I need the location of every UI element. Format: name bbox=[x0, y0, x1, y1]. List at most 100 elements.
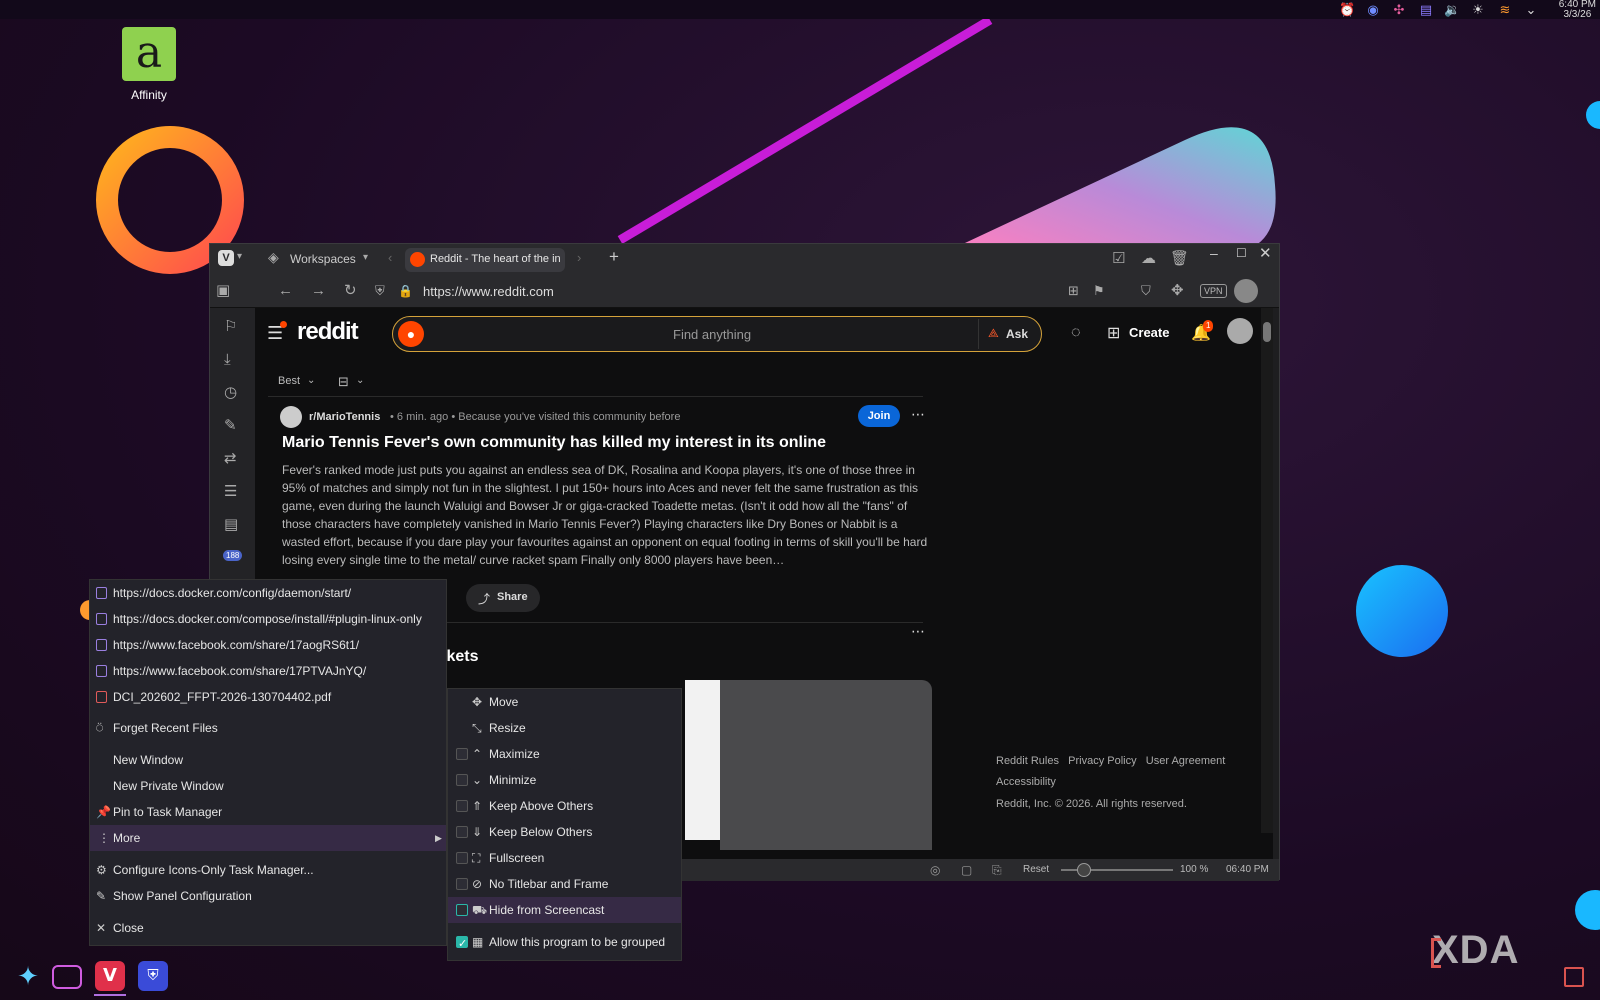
reddit-logo[interactable]: reddit bbox=[297, 318, 359, 346]
vpn-button[interactable]: VPN bbox=[1200, 284, 1227, 298]
post2-thumbnail-left[interactable] bbox=[685, 680, 720, 840]
alarm-icon[interactable]: ⏰ bbox=[1339, 2, 1355, 18]
bookmarks-panel-icon[interactable]: ⚐ bbox=[224, 318, 237, 336]
recent-file-item[interactable]: DCI_202602_FFPT-2026-130704402.pdf bbox=[90, 684, 448, 710]
sync-cloud-icon[interactable]: ☁ bbox=[1141, 249, 1156, 267]
downloads-panel-icon[interactable]: ⤓ bbox=[224, 351, 231, 369]
zoom-reset-button[interactable]: Reset bbox=[1023, 864, 1049, 875]
reading-list-panel-icon[interactable]: ☰ bbox=[224, 483, 237, 501]
extensions-icon[interactable]: ✥ bbox=[1171, 282, 1184, 300]
chevron-down-icon[interactable]: ⌄ bbox=[1523, 2, 1539, 18]
create-button[interactable]: Create bbox=[1129, 325, 1169, 340]
rss-icon[interactable]: ⊞ bbox=[1068, 282, 1079, 300]
close-window-icon[interactable]: ✕ bbox=[1259, 244, 1272, 262]
tile-icon[interactable]: ▢ bbox=[961, 863, 972, 877]
slack-icon[interactable]: ✣ bbox=[1391, 2, 1407, 18]
share-button[interactable]: ⤴ Share bbox=[466, 584, 540, 612]
tab-reddit[interactable]: Reddit - The heart of the in bbox=[405, 248, 565, 272]
subreddit-name[interactable]: r/MarioTennis bbox=[309, 411, 380, 423]
back-icon[interactable]: ← bbox=[278, 282, 293, 300]
pin-to-task-manager-item[interactable]: 📌 Pin to Task Manager bbox=[90, 799, 448, 825]
more-item[interactable]: ⋮ More ▶ bbox=[90, 825, 446, 851]
post-overflow-menu-icon[interactable]: ⋯ bbox=[911, 406, 925, 423]
capture-icon[interactable]: ◎ bbox=[930, 863, 940, 877]
mail-icon[interactable]: ☑ bbox=[1112, 249, 1125, 267]
brightness-icon[interactable]: ☀ bbox=[1470, 2, 1486, 18]
zoom-slider-handle[interactable] bbox=[1077, 863, 1091, 877]
bitwarden-taskbar-icon[interactable]: ⛨ bbox=[138, 961, 168, 991]
chat-icon[interactable]: ◌ bbox=[1071, 324, 1081, 342]
vivaldi-taskbar-icon[interactable]: V bbox=[95, 961, 125, 991]
fullscreen-checkbox[interactable] bbox=[456, 852, 468, 864]
history-panel-icon[interactable]: ◷ bbox=[224, 384, 237, 402]
tab-scroll-right-icon[interactable]: › bbox=[577, 250, 581, 265]
recent-file-item[interactable]: https://docs.docker.com/config/daemon/st… bbox=[90, 580, 448, 606]
show-desktop-icon[interactable] bbox=[1564, 967, 1584, 987]
footer-link-rules[interactable]: Reddit Rules bbox=[996, 755, 1059, 767]
create-plus-icon[interactable]: ⊞ bbox=[1107, 323, 1120, 343]
footer-link-privacy[interactable]: Privacy Policy bbox=[1068, 755, 1136, 767]
forward-icon[interactable]: → bbox=[311, 282, 326, 300]
clipboard-icon[interactable]: ▤ bbox=[1418, 2, 1434, 18]
bitwarden-icon[interactable]: ◉ bbox=[1365, 2, 1381, 18]
keep-above-checkbox[interactable] bbox=[456, 800, 468, 812]
search-bar[interactable]: ● Find anything ⟁ Ask bbox=[392, 316, 1042, 352]
new-window-item[interactable]: New Window bbox=[90, 747, 448, 773]
maximize-item[interactable]: ⌃ Maximize bbox=[448, 741, 681, 767]
hide-screencast-checkbox[interactable] bbox=[456, 904, 468, 916]
reload-icon[interactable]: ↻ bbox=[344, 282, 357, 300]
scrollbar-thumb[interactable] bbox=[1263, 322, 1271, 342]
show-panel-configuration-item[interactable]: ✎ Show Panel Configuration bbox=[90, 883, 448, 909]
post-title[interactable]: Mario Tennis Fever's own community has k… bbox=[282, 434, 826, 452]
hide-from-screencast-item[interactable]: ⛟ Hide from Screencast bbox=[448, 897, 681, 923]
panel-toggle-icon[interactable]: ▣ bbox=[216, 282, 230, 300]
user-avatar[interactable] bbox=[1227, 318, 1253, 344]
recent-file-item[interactable]: https://www.facebook.com/share/17aogRS6t… bbox=[90, 632, 448, 658]
profile-avatar[interactable] bbox=[1234, 279, 1258, 303]
search-input[interactable]: Find anything bbox=[673, 327, 751, 342]
view-layout-icon[interactable]: ⊟ bbox=[338, 374, 349, 390]
new-private-window-item[interactable]: New Private Window bbox=[90, 773, 448, 799]
no-titlebar-checkbox[interactable] bbox=[456, 878, 468, 890]
sort-dropdown[interactable]: Best bbox=[278, 375, 300, 387]
url-field[interactable]: https://www.reddit.com bbox=[423, 284, 554, 299]
scrollbar-track[interactable] bbox=[1261, 308, 1273, 833]
maximize-checkbox[interactable] bbox=[456, 748, 468, 760]
workspaces-label[interactable]: Workspaces bbox=[290, 252, 356, 266]
keep-above-item[interactable]: ⇑ Keep Above Others bbox=[448, 793, 681, 819]
bookmark-icon[interactable]: ⚑ bbox=[1093, 282, 1105, 300]
configure-task-manager-item[interactable]: ⚙ Configure Icons-Only Task Manager... bbox=[90, 857, 448, 883]
keep-below-item[interactable]: ⇓ Keep Below Others bbox=[448, 819, 681, 845]
volume-icon[interactable]: 🔉 bbox=[1444, 2, 1460, 18]
trash-icon[interactable]: 🗑 bbox=[1170, 249, 1189, 267]
minimize-checkbox[interactable] bbox=[456, 774, 468, 786]
file-manager-icon[interactable] bbox=[52, 965, 82, 989]
vivaldi-menu-icon[interactable]: V bbox=[218, 250, 234, 266]
translate-panel-icon[interactable]: ⇄ bbox=[224, 450, 237, 468]
shield-icon[interactable]: ⛉ bbox=[1141, 282, 1151, 300]
minimize-window-icon[interactable]: – bbox=[1210, 245, 1218, 261]
fullscreen-item[interactable]: ⛶ Fullscreen bbox=[448, 845, 681, 871]
tracker-blocker-icon[interactable]: ⛨ bbox=[375, 282, 385, 300]
minimize-item[interactable]: ⌄ Minimize bbox=[448, 767, 681, 793]
post2-media[interactable] bbox=[720, 680, 932, 850]
post2-overflow-menu-icon[interactable]: ⋯ bbox=[911, 623, 925, 640]
app-launcher-icon[interactable]: ✦ bbox=[13, 961, 43, 991]
keep-below-checkbox[interactable] bbox=[456, 826, 468, 838]
join-button[interactable]: Join bbox=[858, 405, 900, 427]
tab-scroll-left-icon[interactable]: ‹ bbox=[388, 250, 392, 265]
allow-grouped-checkbox[interactable]: ✓ bbox=[456, 936, 468, 950]
clock[interactable]: 6:40 PM 3/3/26 bbox=[1559, 0, 1596, 20]
subreddit-avatar[interactable] bbox=[280, 406, 302, 428]
workspaces-chevron-icon[interactable]: ▾ bbox=[363, 252, 368, 263]
forget-recent-files-item[interactable]: ⍥ Forget Recent Files bbox=[90, 715, 448, 741]
notes-panel-icon[interactable]: ✎ bbox=[224, 417, 237, 435]
recent-file-item[interactable]: https://docs.docker.com/compose/install/… bbox=[90, 606, 448, 632]
no-titlebar-item[interactable]: ⊘ No Titlebar and Frame bbox=[448, 871, 681, 897]
post-body[interactable]: Fever's ranked mode just puts you agains… bbox=[282, 461, 932, 569]
resize-item[interactable]: ⤡ Resize bbox=[448, 715, 681, 741]
close-item[interactable]: ✕ Close bbox=[90, 915, 448, 941]
page-actions-icon[interactable]: ⎘ bbox=[992, 863, 1002, 878]
reader-panel-icon[interactable]: ▤ bbox=[224, 516, 238, 534]
allow-grouped-item[interactable]: ✓ ▦ Allow this program to be grouped bbox=[448, 929, 681, 955]
